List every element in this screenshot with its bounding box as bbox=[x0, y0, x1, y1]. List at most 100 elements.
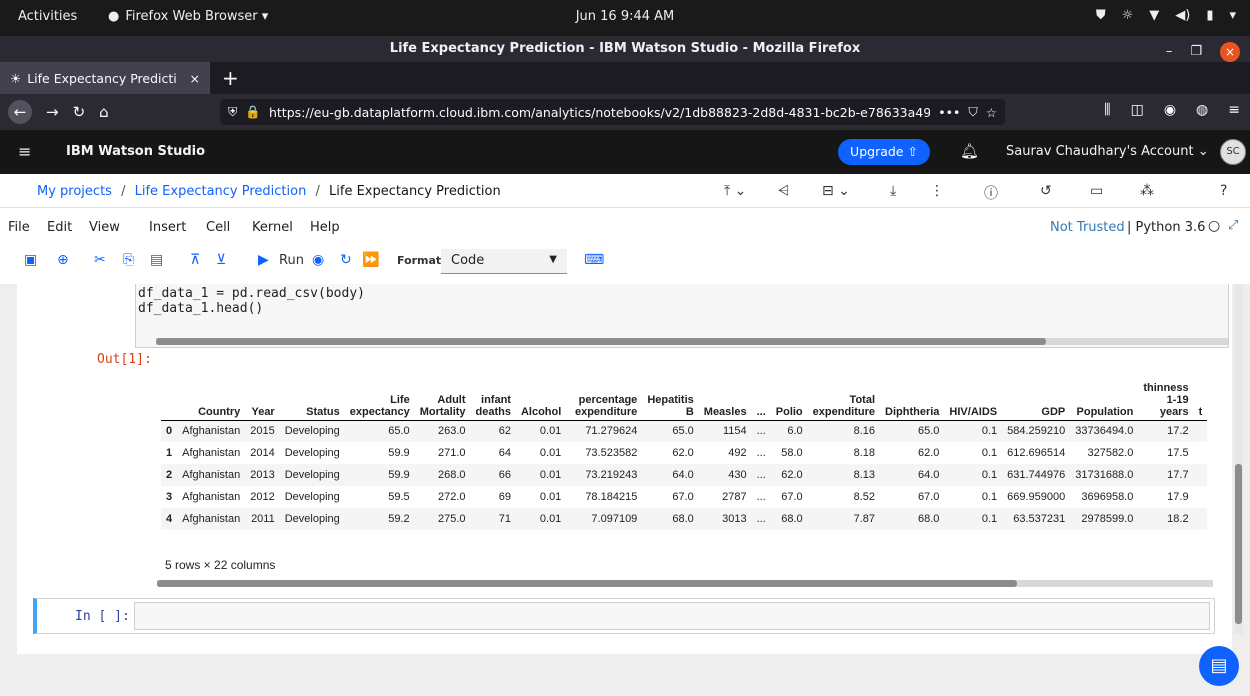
table-cell: 7.097109 bbox=[566, 508, 643, 530]
clock[interactable]: Jun 16 9:44 AM bbox=[0, 9, 1250, 24]
restart-icon[interactable]: ↻ bbox=[340, 252, 352, 268]
code-cell-input[interactable]: df_data_1 = pd.read_csv(body) df_data_1.… bbox=[135, 284, 1229, 348]
upgrade-button[interactable]: Upgrade ⇧ bbox=[838, 139, 930, 165]
table-cell: 78.184215 bbox=[585, 491, 638, 503]
copy-icon[interactable]: ⎘ bbox=[123, 252, 134, 268]
column-header: Diphtheria bbox=[880, 362, 945, 421]
hamburger-menu-icon[interactable]: ≡ bbox=[1228, 102, 1240, 118]
menu-help[interactable]: Help bbox=[310, 220, 340, 235]
download-icon[interactable]: ⤓ bbox=[890, 183, 896, 199]
chat-icon[interactable]: ▤ bbox=[1199, 646, 1239, 686]
interrupt-icon[interactable]: ◉ bbox=[312, 252, 324, 268]
bookmark-star-icon[interactable]: ☆ bbox=[986, 105, 997, 120]
new-tab-button[interactable]: + bbox=[222, 66, 239, 90]
code-horizontal-scrollbar[interactable] bbox=[156, 338, 1228, 345]
insert-cell-icon[interactable]: ⊕ bbox=[57, 252, 69, 268]
home-button[interactable]: ⌂ bbox=[99, 103, 109, 121]
table-cell: 63.537231 bbox=[1002, 508, 1071, 530]
share-icon[interactable]: ⩤ bbox=[778, 183, 789, 199]
table-cell: 8.16 bbox=[807, 420, 881, 442]
row-index: 3 bbox=[166, 491, 173, 503]
notebook-vertical-scrollbar[interactable] bbox=[1234, 284, 1243, 634]
table-cell: 0.1 bbox=[981, 447, 998, 459]
page-actions-button[interactable]: ••• bbox=[938, 105, 960, 120]
help-icon[interactable]: ? bbox=[1220, 183, 1227, 199]
cut-icon[interactable]: ✂ bbox=[94, 252, 106, 268]
table-cell: Developing bbox=[279, 464, 345, 486]
cell-type-select[interactable]: Code ▼ bbox=[441, 249, 567, 274]
run-icon[interactable]: ▶ bbox=[258, 252, 269, 268]
table-cell: 3696958.0 bbox=[1081, 491, 1134, 503]
tab-strip: ☀ Life Expectancy Predicti × + bbox=[0, 62, 1250, 94]
move-down-icon[interactable]: ⊻ bbox=[216, 252, 226, 268]
scrollbar-thumb[interactable] bbox=[157, 580, 1017, 587]
menu-edit[interactable]: Edit bbox=[47, 220, 72, 235]
menu-cell[interactable]: Cell bbox=[206, 220, 230, 235]
product-name[interactable]: IBM Watson Studio bbox=[66, 144, 205, 159]
code-cell[interactable]: In [ ]: bbox=[33, 598, 1215, 634]
breadcrumb-project[interactable]: Life Expectancy Prediction bbox=[135, 184, 307, 199]
table-cell: 67.0 bbox=[781, 491, 803, 503]
notebook-area: df_data_1 = pd.read_csv(body) df_data_1.… bbox=[0, 284, 1250, 696]
run-button[interactable]: Run bbox=[279, 253, 304, 268]
code-snippets-icon[interactable]: ⁂ bbox=[1140, 183, 1154, 199]
breadcrumb-my-projects[interactable]: My projects bbox=[37, 184, 112, 199]
notebook-page: df_data_1 = pd.read_csv(body) df_data_1.… bbox=[17, 284, 1232, 654]
table-cell: 73.523582 bbox=[585, 447, 638, 459]
tab-close-icon[interactable]: × bbox=[190, 71, 200, 86]
save-icon[interactable]: ▣ bbox=[24, 252, 37, 268]
menu-view[interactable]: View bbox=[89, 220, 120, 235]
info-icon[interactable]: ⓘ bbox=[984, 183, 998, 203]
system-tray[interactable]: ⛊ ☼ ▼ ◀) ▮ ▾ bbox=[1096, 8, 1236, 23]
url-bar[interactable]: ⛨ 🔒 https://eu-gb.dataplatform.cloud.ibm… bbox=[220, 99, 1005, 125]
table-cell: Developing bbox=[284, 447, 340, 459]
overflow-menu-icon[interactable]: ⋮ bbox=[930, 183, 944, 199]
code-cell-input[interactable] bbox=[134, 602, 1210, 630]
pocket-icon[interactable]: ⛉ bbox=[968, 104, 977, 120]
table-cell: 0.01 bbox=[539, 447, 562, 459]
expand-icon[interactable]: ⤢ bbox=[1228, 218, 1238, 233]
column-header: thinness 1-19 years bbox=[1138, 362, 1194, 421]
keyboard-icon[interactable]: ⌨ bbox=[584, 252, 604, 268]
close-window-icon[interactable]: × bbox=[1220, 42, 1240, 62]
lock-icon[interactable]: 🔒 bbox=[245, 104, 261, 120]
output-horizontal-scrollbar[interactable] bbox=[157, 580, 1213, 587]
paste-icon[interactable]: ▤ bbox=[150, 252, 163, 268]
back-button[interactable]: ← bbox=[8, 100, 32, 124]
column-header: Country bbox=[177, 362, 246, 421]
menu-insert[interactable]: Insert bbox=[149, 220, 186, 235]
account-switcher[interactable]: Saurav Chaudhary's Account ⌄ bbox=[1006, 144, 1209, 159]
forward-button[interactable]: → bbox=[46, 103, 59, 121]
comments-icon[interactable]: ▭ bbox=[1090, 183, 1103, 199]
menu-file[interactable]: File bbox=[8, 220, 30, 235]
publish-icon[interactable]: ⤒ ⌄ bbox=[724, 183, 746, 199]
reload-button[interactable]: ↻ bbox=[73, 103, 86, 121]
scrollbar-thumb[interactable] bbox=[156, 338, 1046, 345]
table-cell: 33736494.0 bbox=[1070, 420, 1139, 442]
library-icon[interactable]: ⫼ bbox=[1104, 102, 1110, 118]
account-icon[interactable]: ◉ bbox=[1164, 102, 1176, 118]
move-up-icon[interactable]: ⊼ bbox=[190, 252, 200, 268]
breadcrumb-current: Life Expectancy Prediction bbox=[329, 184, 501, 199]
scrollbar-thumb[interactable] bbox=[1235, 464, 1242, 624]
table-cell: 631.744976 bbox=[1002, 464, 1071, 486]
table-cell: 263.0 bbox=[414, 420, 471, 442]
tab-life-expectancy[interactable]: ☀ Life Expectancy Predicti × bbox=[0, 62, 210, 94]
notification-bell-icon[interactable]: 🔔︎ bbox=[960, 142, 979, 160]
url-text[interactable]: https://eu-gb.dataplatform.cloud.ibm.com… bbox=[269, 105, 930, 120]
tracking-protection-icon[interactable]: ⛨ bbox=[228, 104, 237, 120]
trust-indicator[interactable]: Not Trusted bbox=[1050, 220, 1125, 235]
menu-kernel[interactable]: Kernel bbox=[252, 220, 293, 235]
version-icon[interactable]: ⊟ ⌄ bbox=[822, 183, 850, 199]
table-cell: 268.0 bbox=[414, 464, 471, 486]
table-cell: 68.0 bbox=[880, 508, 945, 530]
table-cell: 67.0 bbox=[672, 491, 694, 503]
extension-icon[interactable]: ◍ bbox=[1196, 102, 1208, 118]
sidebar-icon[interactable]: ◫ bbox=[1131, 102, 1144, 118]
table-cell bbox=[1193, 420, 1208, 442]
hamburger-menu-icon[interactable]: ≡ bbox=[18, 142, 31, 161]
avatar[interactable]: SC bbox=[1220, 139, 1246, 165]
run-all-icon[interactable]: ⏩ bbox=[362, 252, 379, 268]
table-cell: 62.0 bbox=[770, 464, 808, 486]
history-icon[interactable]: ↺ bbox=[1040, 183, 1052, 199]
